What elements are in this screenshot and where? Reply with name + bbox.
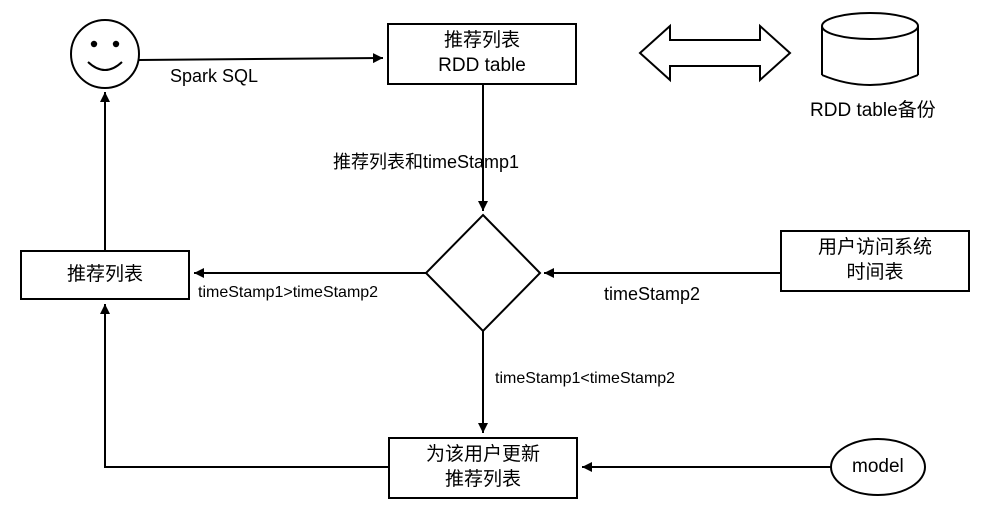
rdd-box-line1: 推荐列表 xyxy=(444,29,520,54)
update-box: 为该用户更新 推荐列表 xyxy=(388,437,578,499)
rdd-table-box: 推荐列表 RDD table xyxy=(387,23,577,85)
list-ts1-label: 推荐列表和timeStamp1 xyxy=(333,148,519,174)
rdd-box-line2: RDD table xyxy=(438,54,526,79)
rec-list-box: 推荐列表 xyxy=(20,250,190,300)
schedule-box: 用户访问系统 时间表 xyxy=(780,230,970,292)
cond-lt-label: timeStamp1<timeStamp2 xyxy=(495,370,675,388)
update-line1: 为该用户更新 xyxy=(426,443,540,468)
rec-list-label: 推荐列表 xyxy=(67,263,143,288)
schedule-line1: 用户访问系统 xyxy=(818,236,932,261)
backup-label: RDD table备份 xyxy=(810,95,936,122)
double-arrow-icon xyxy=(640,26,790,80)
spark-sql-label: Spark SQL xyxy=(170,66,258,87)
schedule-line2: 时间表 xyxy=(846,261,903,286)
model-label: model xyxy=(852,456,904,478)
cond-gt-label: timeStamp1>timeStamp2 xyxy=(198,284,378,302)
update-line2: 推荐列表 xyxy=(445,468,521,493)
ts2-label: timeStamp2 xyxy=(604,284,700,305)
